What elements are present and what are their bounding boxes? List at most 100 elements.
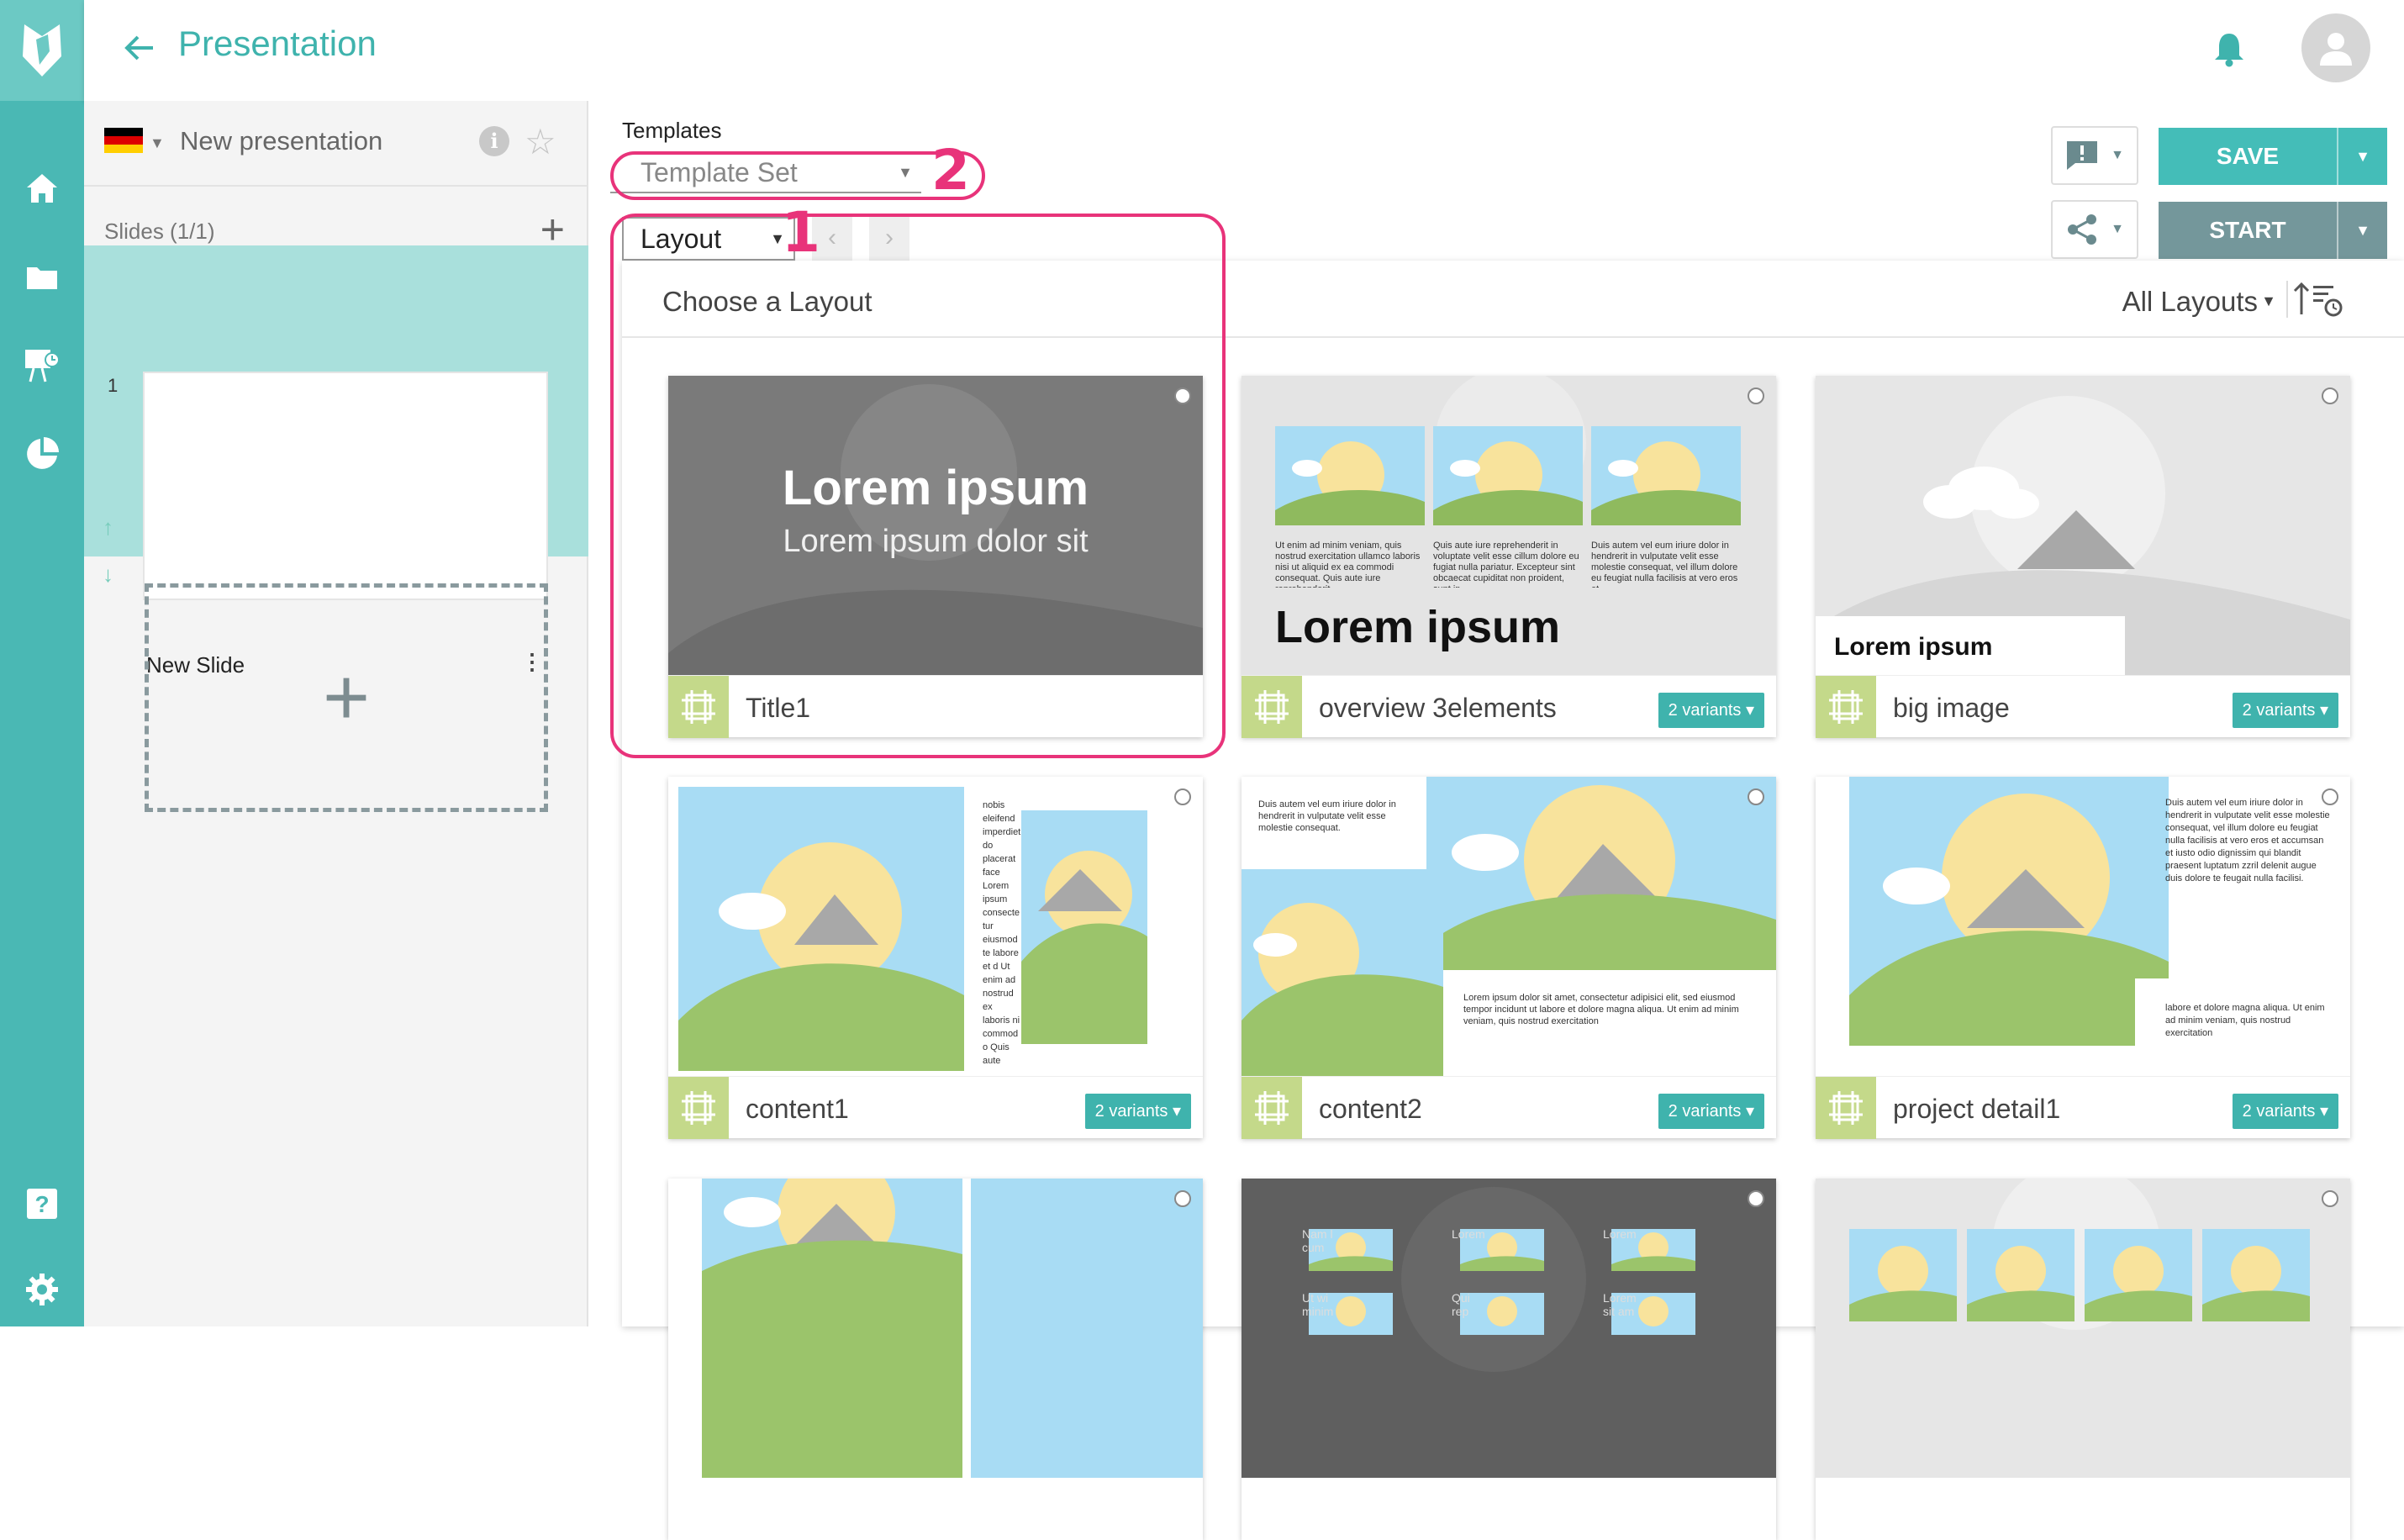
svg-text:?: ? [34, 1191, 49, 1217]
slide-number: 1 [108, 375, 119, 396]
page-title: Presentation [178, 24, 377, 63]
layout-grid-label: Lorem [1603, 1227, 1637, 1241]
arrow-left-icon[interactable] [119, 27, 161, 69]
gear-icon[interactable] [22, 1269, 62, 1310]
layout-info-icon[interactable] [1174, 788, 1191, 805]
variants-dropdown[interactable]: 2 variants ▾ [1658, 693, 1764, 728]
add-slide-button[interactable]: + [145, 583, 548, 812]
layout-preview [1816, 1179, 2350, 1478]
annotation-box-layout [610, 214, 1226, 758]
all-layouts-filter[interactable]: All Layouts [2122, 286, 2258, 318]
language-caret-icon[interactable]: ▼ [150, 134, 165, 152]
layout-preview: Lorem ipsum [1816, 376, 2350, 675]
layout-preview: Duis autem vel eum iriure dolor in hendr… [1242, 777, 1776, 1076]
chevron-down-icon: ▼ [2261, 293, 2276, 309]
layout-info-icon[interactable] [1748, 788, 1764, 805]
share-icon [2068, 214, 2097, 245]
layout-grid-label: Lorem [1452, 1227, 1485, 1241]
layout-info-icon[interactable] [1748, 388, 1764, 404]
slide-thumbnail[interactable] [143, 372, 548, 600]
home-icon[interactable] [22, 168, 62, 208]
variants-label: 2 variants [2242, 1102, 2316, 1121]
presentation-icon[interactable] [22, 345, 62, 385]
comment-icon [2067, 141, 2098, 170]
germany-flag-icon[interactable] [104, 128, 143, 153]
star-icon[interactable]: ☆ [525, 121, 556, 162]
layout-grid-icon [1242, 676, 1302, 738]
variants-label: 2 variants [1668, 701, 1742, 720]
save-label: SAVE [2216, 143, 2280, 169]
layout-text-column: Duis autem vel eum iriure dolor in hendr… [1591, 541, 1738, 588]
user-avatar-icon[interactable] [2301, 13, 2370, 82]
layout-headline: Lorem ipsum [1275, 602, 1561, 652]
divider [2286, 281, 2288, 318]
layout-card-footer: overview 3elements 2 variants ▾ [1242, 675, 1776, 738]
layout-card-big-image[interactable]: Lorem ipsum big image 2 variants ▾ [1816, 376, 2350, 738]
variants-label: 2 variants [2242, 701, 2316, 720]
layout-card-footer: project detail1 2 variants ▾ [1816, 1076, 2350, 1139]
layout-card-content2[interactable]: Duis autem vel eum iriure dolor in hendr… [1242, 777, 1776, 1139]
variants-label: 2 variants [1094, 1102, 1168, 1121]
layout-card-footer: content2 2 variants ▾ [1242, 1076, 1776, 1139]
save-button[interactable]: SAVE ▼ [2159, 128, 2387, 185]
move-up-icon[interactable]: ↑ [103, 514, 113, 541]
layout-card-footer: big image 2 variants ▾ [1816, 675, 2350, 738]
variants-dropdown[interactable]: 2 variants ▾ [2232, 693, 2338, 728]
layout-card-project-detail1[interactable]: Duis autem vel eum iriure dolor in hendr… [1816, 777, 2350, 1139]
app-logo[interactable] [0, 0, 84, 101]
layout-grid-label: Ut wi [1302, 1291, 1329, 1305]
folder-icon[interactable] [22, 257, 62, 298]
layout-card-row3-b[interactable]: Nam l cum Ut wi minim Lorem Qui rep Lore… [1242, 1179, 1776, 1540]
slides-count: Slides (1/1) [104, 219, 215, 244]
move-down-icon[interactable]: ↓ [103, 562, 113, 588]
layout-preview: nobis eleifend imperdiet do placerat fac… [668, 777, 1203, 1076]
variants-dropdown[interactable]: 2 variants ▾ [1084, 1094, 1191, 1129]
start-button[interactable]: START ▼ [2159, 202, 2387, 259]
layout-grid-label: Lorem [1603, 1291, 1637, 1305]
slide-item[interactable]: 1 ↑ ↓ New Slide ⋮ [84, 245, 588, 678]
save-dropdown-icon[interactable]: ▼ [2337, 128, 2387, 185]
layout-card-row3-c[interactable] [1816, 1179, 2350, 1540]
chevron-down-icon: ▼ [2111, 148, 2124, 162]
layout-info-icon[interactable] [2322, 1190, 2338, 1207]
presentation-name[interactable]: New presentation [180, 126, 382, 156]
layout-name: overview 3elements [1319, 693, 1557, 723]
layout-name: content2 [1319, 1094, 1422, 1124]
layout-info-icon[interactable] [2322, 388, 2338, 404]
slides-panel: ▼ New presentation i ☆ Slides (1/1) + 1 … [84, 101, 588, 1326]
layout-grid-label: cum [1302, 1241, 1325, 1254]
start-label: START [2209, 217, 2286, 243]
layout-grid-label: minim [1302, 1305, 1334, 1318]
layout-grid-icon [668, 1077, 729, 1139]
share-button[interactable]: ▼ [2051, 200, 2138, 259]
sort-icon[interactable] [2293, 281, 2349, 318]
help-icon[interactable]: ? [22, 1184, 62, 1224]
layout-info-icon[interactable] [1174, 1190, 1191, 1207]
layout-side-text: nobis eleifend imperdiet do placerat fac… [983, 800, 1021, 1066]
layout-preview [668, 1179, 1203, 1478]
info-icon[interactable]: i [479, 126, 509, 156]
layout-grid-label: Nam l [1302, 1227, 1333, 1241]
layout-preview: Ut enim ad minim veniam, quis nostrud ex… [1242, 376, 1776, 675]
layout-side-text: Duis autem vel eum iriure dolor in hendr… [2165, 798, 2330, 883]
bell-icon[interactable] [2212, 30, 2246, 67]
layout-card-row3-a[interactable] [668, 1179, 1203, 1540]
layout-info-icon[interactable] [1748, 1190, 1764, 1207]
variants-dropdown[interactable]: 2 variants ▾ [1658, 1094, 1764, 1129]
layout-card-content1[interactable]: nobis eleifend imperdiet do placerat fac… [668, 777, 1203, 1139]
variants-label: 2 variants [1668, 1102, 1742, 1121]
variants-dropdown[interactable]: 2 variants ▾ [2232, 1094, 2338, 1129]
layout-grid-label: Qui [1452, 1291, 1470, 1305]
layout-card-overview-3elements[interactable]: Ut enim ad minim veniam, quis nostrud ex… [1242, 376, 1776, 738]
pie-chart-icon[interactable] [22, 434, 62, 474]
layout-grid-label: sit am [1603, 1305, 1635, 1318]
layout-name: big image [1893, 693, 2010, 723]
layout-text-column: Ut enim ad minim veniam, quis nostrud ex… [1275, 541, 1421, 588]
layout-preview: Nam l cum Ut wi minim Lorem Qui rep Lore… [1242, 1179, 1776, 1478]
layout-preview: Duis autem vel eum iriure dolor in hendr… [1816, 777, 2350, 1076]
presentation-row: ▼ New presentation i ☆ [84, 101, 588, 185]
start-dropdown-icon[interactable]: ▼ [2337, 202, 2387, 259]
chevron-down-icon: ▼ [2111, 222, 2124, 236]
layout-info-icon[interactable] [2322, 788, 2338, 805]
comment-button[interactable]: ▼ [2051, 126, 2138, 185]
